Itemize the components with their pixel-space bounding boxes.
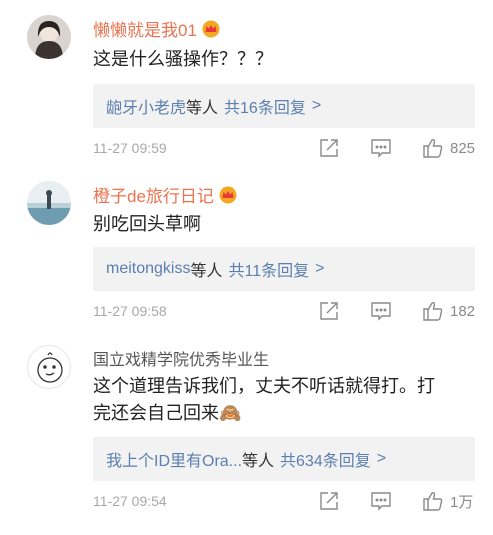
timestamp: 11-27 09:59 [93,140,167,156]
like-count: 182 [450,302,476,320]
action-bar: 825 [318,136,475,160]
chevron-right-icon[interactable]: > [315,260,324,278]
reply-count[interactable]: 共11条回复 [229,257,310,281]
reply-summary[interactable]: 龅牙小老虎 等人 共16条回复 > [93,84,475,128]
reply-names[interactable]: 我上个ID里有Ora... [106,447,242,471]
username[interactable]: 国立戏精学院优秀毕业生 [93,346,269,370]
comment-text: 这个道理告诉我们，丈夫不听话就得打。打 完还会自己回来🙈 [93,373,463,427]
action-bar: 1万 [318,489,473,513]
comment-text-line: 完还会自己回来 [93,403,219,423]
username[interactable]: 懒懒就是我01 [93,16,221,41]
username[interactable]: 橙子de旅行日记 [93,182,238,207]
reply-count[interactable]: 共16条回复 [224,94,306,118]
share-icon[interactable] [318,490,340,512]
comment-text-line: 这个道理告诉我们，丈夫不听话就得打。打 [93,376,435,396]
avatar[interactable] [27,345,71,389]
reply-count[interactable]: 共634条回复 [280,447,371,471]
reply-names[interactable]: meitongkiss [106,260,190,278]
share-icon[interactable] [318,137,340,159]
share-icon[interactable] [318,300,340,322]
reply-suffix: 等人 [242,453,275,470]
comment-icon[interactable] [370,137,392,159]
reply-suffix: 等人 [190,263,223,280]
reply-summary[interactable]: 我上个ID里有Ora... 等人 共634条回复 > [93,437,475,481]
like-icon[interactable] [422,137,444,159]
like-count: 1万 [450,493,474,511]
crown-badge-icon [218,186,238,204]
monkey-emoji: 🙈 [219,403,242,423]
chevron-right-icon[interactable]: > [312,97,321,115]
reply-suffix: 等人 [186,100,219,117]
chevron-right-icon[interactable]: > [377,450,386,468]
crown-badge-icon [201,20,221,38]
avatar[interactable] [27,181,71,225]
timestamp: 11-27 09:54 [93,493,167,509]
avatar[interactable] [27,15,71,59]
comment-icon[interactable] [370,300,392,322]
action-bar: 182 [318,299,475,323]
comment-text: 别吃回头草啊 [93,214,201,234]
like-icon[interactable] [422,300,444,322]
reply-names[interactable]: 龅牙小老虎 [106,94,186,118]
timestamp: 11-27 09:58 [93,303,167,319]
like-count: 825 [450,139,476,157]
comment-icon[interactable] [370,490,392,512]
like-icon[interactable] [422,490,444,512]
comment-text: 这是什么骚操作？？？ [93,49,273,69]
reply-summary[interactable]: meitongkiss 等人 共11条回复 > [93,247,475,291]
